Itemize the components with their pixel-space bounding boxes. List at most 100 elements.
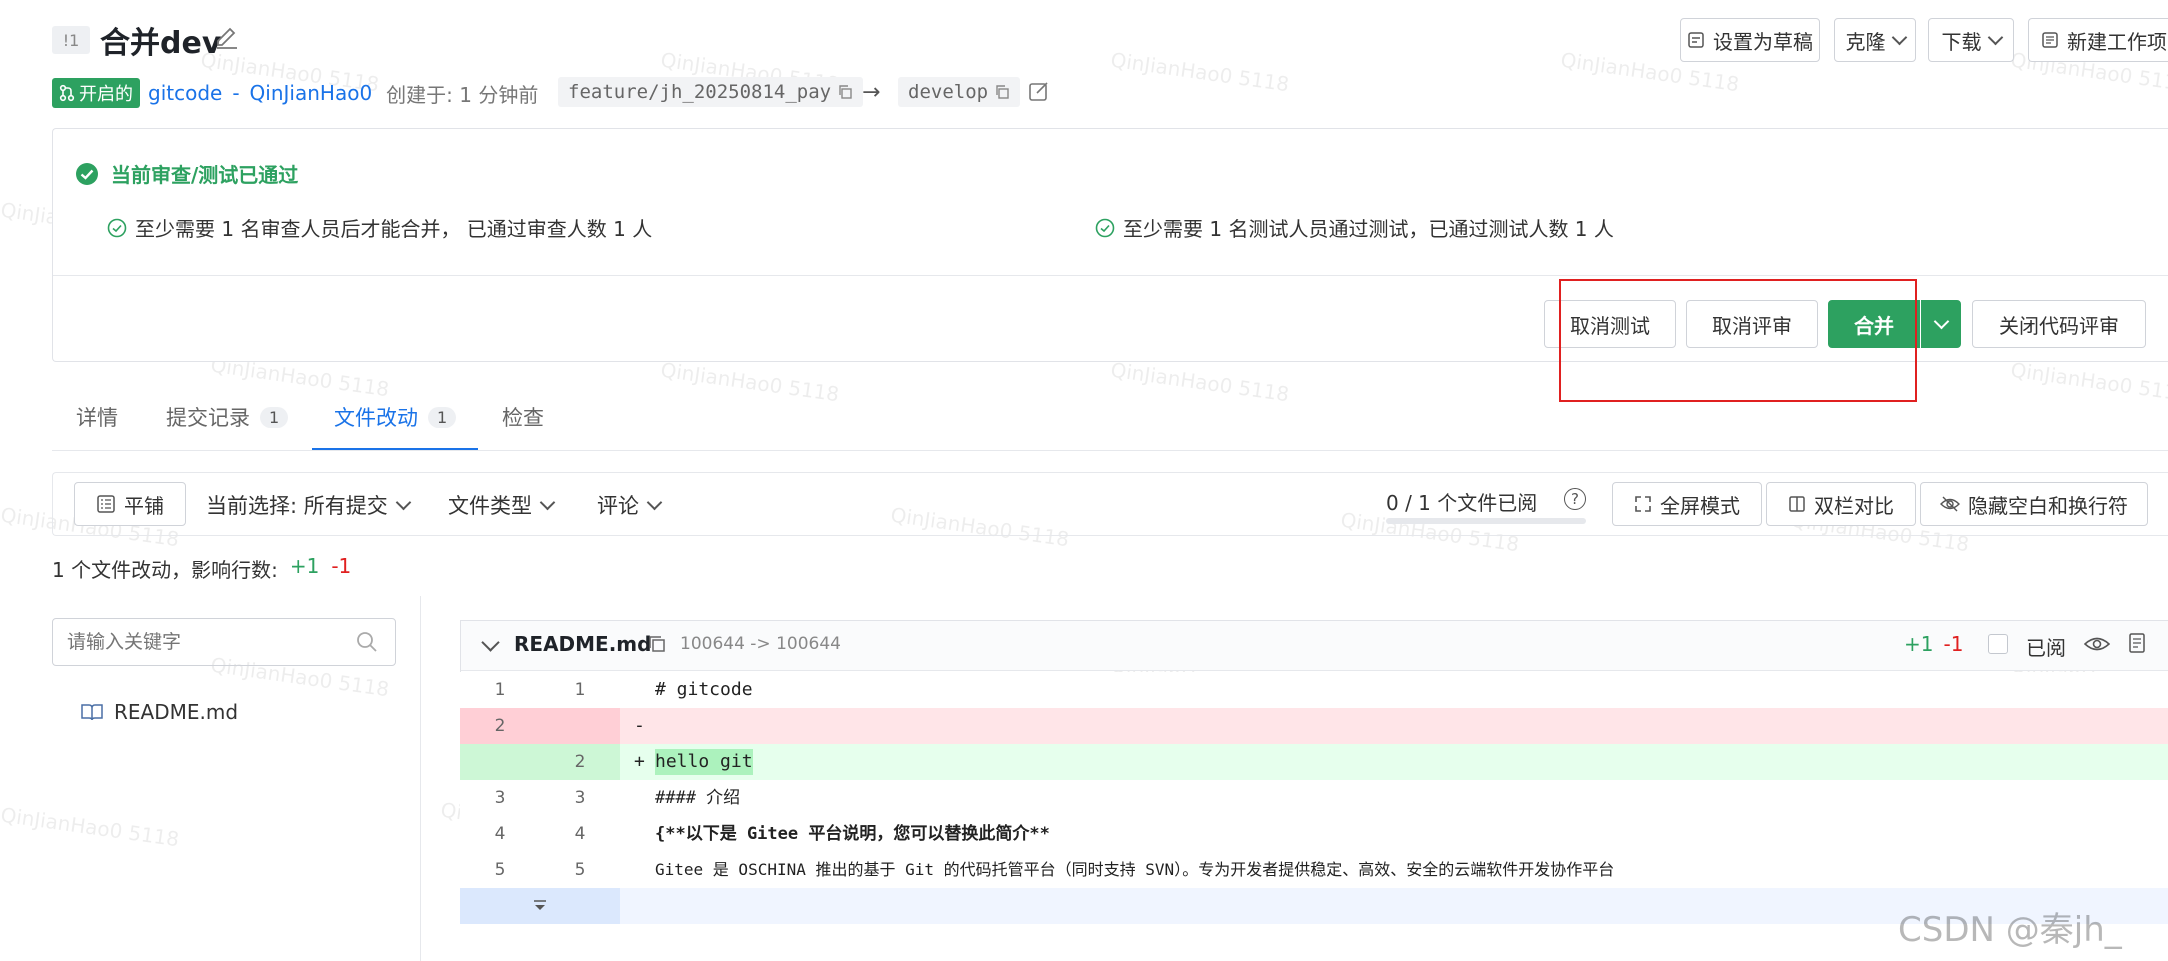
review-rule-text: 至少需要 1 名审查人员后才能合并， 已通过审查人数 1 人 [135, 217, 653, 241]
download-label: 下载 [1941, 29, 1982, 54]
new-line-number: 3 [574, 788, 586, 808]
tab-details-label: 详情 [76, 406, 118, 430]
diff-sign [634, 672, 645, 708]
diff-sign [634, 780, 645, 816]
hide-whitespace-button[interactable]: 隐藏空白和换行符 [1920, 482, 2148, 526]
file-type-filter[interactable]: 文件类型 [448, 490, 556, 520]
author-link[interactable]: QinJianHao0 [250, 81, 373, 105]
help-icon[interactable]: ? [1564, 488, 1586, 510]
diff-line-text: #### 介绍 [655, 788, 741, 808]
copy-icon[interactable] [647, 634, 667, 654]
chevron-down-icon [539, 494, 556, 510]
check-outline-icon [107, 218, 127, 237]
file-tree-item-label: README.md [114, 700, 239, 724]
tab-details[interactable]: 详情 [76, 402, 118, 432]
check-circle-icon [76, 162, 98, 185]
list-icon [97, 495, 115, 513]
file-additions: +1 [1904, 632, 1934, 656]
target-branch-label: develop [908, 81, 989, 103]
new-line-number [540, 708, 620, 744]
fullscreen-label: 全屏模式 [1660, 493, 1740, 518]
eye-icon[interactable] [2084, 634, 2110, 654]
old-line-number: 4 [494, 824, 506, 844]
merge-options-dropdown[interactable] [1921, 300, 1961, 348]
watermark-text: QinJianHao0 5118 [1109, 47, 1291, 97]
expand-lines-button[interactable] [460, 888, 620, 924]
highlight-box [1559, 279, 1917, 402]
new-workspace-label: 新建工作项 [2067, 29, 2167, 54]
target-branch[interactable]: develop [898, 77, 1021, 107]
old-line-number [460, 744, 540, 780]
close-review-button[interactable]: 关闭代码评审 [1972, 300, 2146, 348]
file-search-input[interactable] [67, 629, 347, 655]
fullscreen-button[interactable]: 全屏模式 [1612, 482, 1762, 526]
chevron-down-icon [395, 494, 412, 510]
edit-branch-icon[interactable] [1028, 80, 1050, 102]
tab-file-changes-count: 1 [428, 406, 457, 428]
set-draft-button[interactable]: 设置为草稿 [1680, 18, 1820, 62]
tab-checks[interactable]: 检查 [502, 402, 544, 432]
chevron-down-icon [646, 494, 663, 510]
commit-selector[interactable]: 当前选择: 所有提交 [206, 490, 412, 520]
commit-selector-label: 当前选择: 所有提交 [206, 494, 388, 518]
watermark-text: QinJianHao0 5118 [0, 802, 181, 852]
diff-line-text: Gitee 是 OSCHINA 推出的基于 Git 的代码托管平台（同时支持 S… [655, 860, 1615, 879]
download-button[interactable]: 下载 [1928, 18, 2014, 62]
repo-link[interactable]: gitcode [148, 81, 222, 105]
csdn-watermark: CSDN @秦jh_ [1898, 910, 2122, 950]
chevron-down-icon [1987, 29, 2003, 45]
source-branch[interactable]: feature/jh_20250814_pay [558, 77, 864, 107]
diff-row: 4 4 {**以下是 Gitee 平台说明，您可以替换此简介** [460, 816, 2168, 852]
tab-commits[interactable]: 提交记录 1 [166, 402, 289, 432]
diff-filename[interactable]: README.md [514, 632, 651, 656]
viewed-progress: 0 / 1 个文件已阅 [1386, 487, 1537, 516]
diff-sign [634, 816, 645, 852]
file-search-box[interactable] [52, 618, 396, 666]
tab-file-changes-label: 文件改动 [334, 406, 418, 430]
split-view-label: 双栏对比 [1814, 493, 1894, 518]
chevron-down-icon [1933, 313, 1949, 329]
search-icon[interactable] [355, 630, 379, 654]
diff-row: 1 1 # gitcode [460, 672, 2168, 708]
eye-off-icon [1940, 496, 1960, 512]
split-view-icon [1789, 496, 1805, 512]
page-title: 合并dev [100, 26, 222, 61]
watermark-text: QinJianHao0 5118 [659, 357, 841, 407]
old-line-number: 3 [494, 788, 506, 808]
change-summary: 1 个文件改动，影响行数: +1 -1 [52, 554, 351, 583]
viewed-checkbox[interactable] [1988, 634, 2008, 654]
flat-view-button[interactable]: 平铺 [74, 482, 186, 526]
edit-title-icon[interactable] [214, 24, 240, 50]
collapse-chevron-icon[interactable] [481, 633, 500, 653]
diff-row-deleted: 2 - [460, 708, 2168, 744]
merge-request-icon [59, 84, 75, 102]
diff-row-added: 2 + hello git [460, 744, 2168, 780]
new-line-number: 5 [574, 860, 586, 880]
clone-button[interactable]: 克隆 [1834, 18, 1916, 62]
comments-label: 评论 [597, 494, 639, 518]
copy-icon[interactable] [994, 84, 1010, 100]
change-summary-label: 1 个文件改动，影响行数: [52, 558, 278, 582]
file-tree-item[interactable]: README.md [80, 700, 238, 724]
file-mode: 100644 -> 100644 [680, 634, 841, 654]
new-workspace-button[interactable]: 新建工作项 [2028, 18, 2168, 62]
chevron-down-icon [1891, 29, 1907, 45]
tab-checks-label: 检查 [502, 406, 544, 430]
diff-line-text: {**以下是 Gitee 平台说明，您可以替换此简介** [655, 824, 1050, 844]
comments-filter[interactable]: 评论 [597, 490, 663, 520]
watermark-text: QinJianHao0 5118 [2009, 357, 2168, 407]
tab-file-changes[interactable]: 文件改动 1 [334, 402, 457, 432]
old-line-number: 5 [494, 860, 506, 880]
diff-file-stats: +1 -1 [1904, 632, 1963, 656]
copy-icon[interactable] [837, 84, 853, 100]
work-item-icon [2042, 32, 2058, 48]
diff-line-text: # gitcode [655, 679, 753, 700]
file-icon[interactable] [2128, 632, 2146, 654]
split-view-button[interactable]: 双栏对比 [1766, 482, 1916, 526]
diff-sign: + [634, 751, 645, 772]
new-line-number: 4 [574, 824, 586, 844]
draft-icon [1688, 32, 1704, 48]
deletions-count: -1 [331, 554, 352, 578]
old-line-number: 1 [494, 680, 506, 700]
expand-down-icon [534, 900, 546, 910]
